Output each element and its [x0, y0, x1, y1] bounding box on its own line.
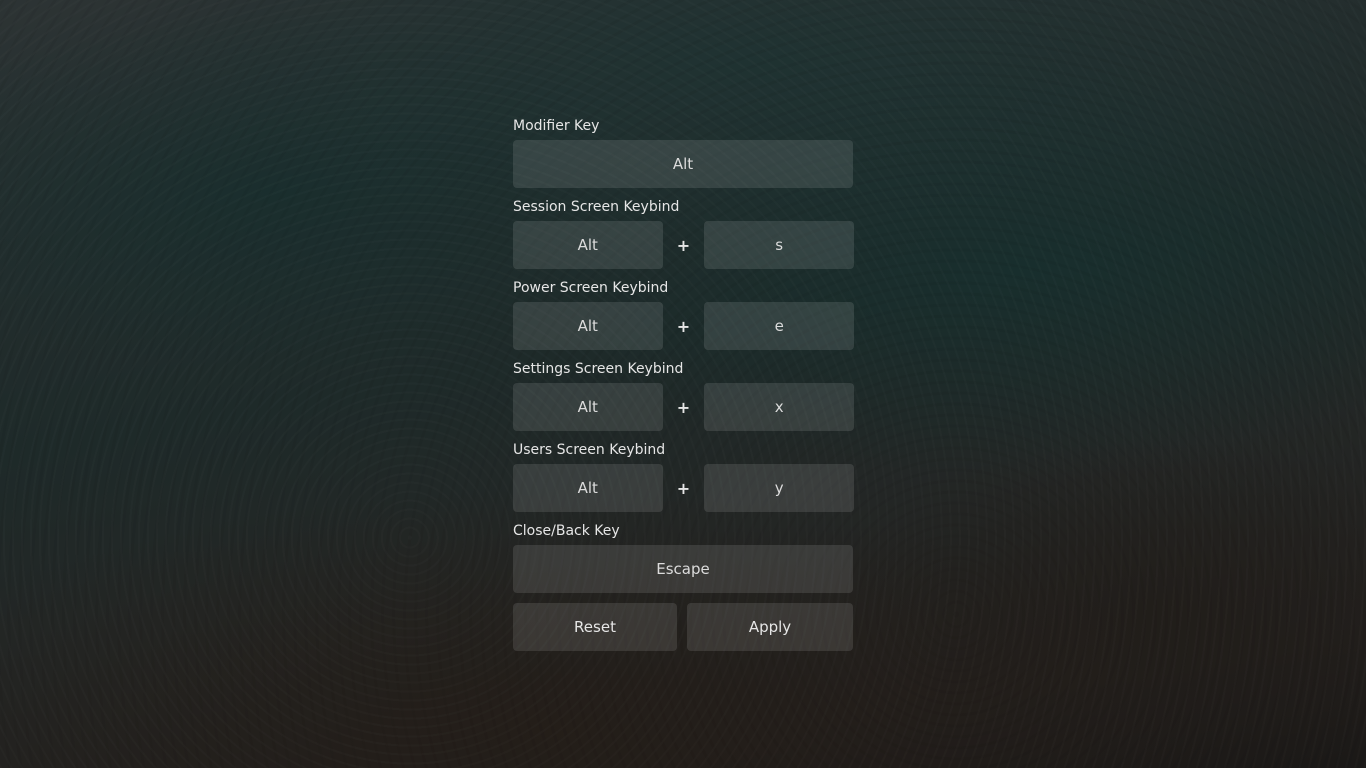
close-key-selector[interactable]: Escape — [513, 545, 853, 593]
plus-sign: + — [676, 478, 691, 498]
close-key-label: Close/Back Key — [513, 523, 620, 539]
users-keybind-label: Users Screen Keybind — [513, 442, 666, 458]
plus-sign: + — [676, 235, 691, 255]
users-keybind-modifier[interactable]: Alt — [513, 464, 663, 512]
power-keybind-label: Power Screen Keybind — [513, 280, 669, 296]
session-keybind-label: Session Screen Keybind — [513, 199, 680, 215]
modifier-key-selector[interactable]: Alt — [513, 140, 853, 188]
settings-keybind-row: Alt + x — [513, 383, 854, 431]
settings-keybind-modifier[interactable]: Alt — [513, 383, 663, 431]
power-keybind-row: Alt + e — [513, 302, 854, 350]
plus-sign: + — [676, 397, 691, 417]
action-buttons: Reset Apply — [513, 603, 854, 651]
power-keybind-key[interactable]: e — [704, 302, 854, 350]
session-keybind-key[interactable]: s — [704, 221, 854, 269]
modifier-key-label: Modifier Key — [513, 118, 600, 134]
keybind-settings-panel: Modifier Key Alt Session Screen Keybind … — [513, 117, 854, 651]
session-keybind-modifier[interactable]: Alt — [513, 221, 663, 269]
power-keybind-modifier[interactable]: Alt — [513, 302, 663, 350]
users-keybind-key[interactable]: y — [704, 464, 854, 512]
settings-keybind-key[interactable]: x — [704, 383, 854, 431]
session-keybind-row: Alt + s — [513, 221, 854, 269]
plus-sign: + — [676, 316, 691, 336]
apply-button[interactable]: Apply — [687, 603, 853, 651]
users-keybind-row: Alt + y — [513, 464, 854, 512]
reset-button[interactable]: Reset — [513, 603, 677, 651]
settings-keybind-label: Settings Screen Keybind — [513, 361, 684, 377]
